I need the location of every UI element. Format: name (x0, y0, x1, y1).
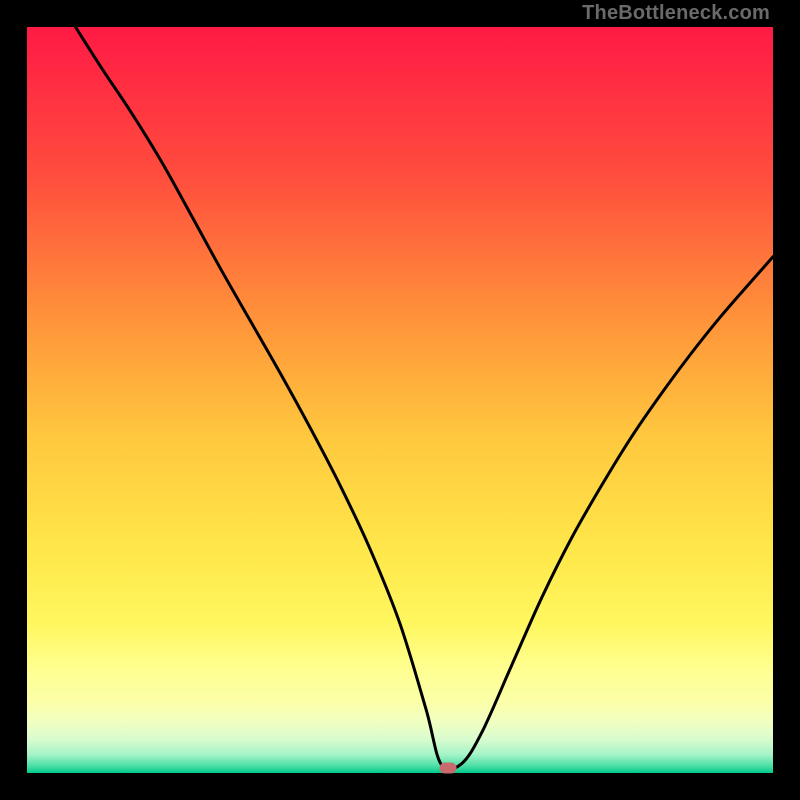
optimal-point-marker (440, 762, 457, 773)
watermark-text: TheBottleneck.com (582, 2, 770, 25)
gradient-background (27, 27, 773, 773)
plot-frame (27, 27, 773, 773)
bottleneck-chart (27, 27, 773, 773)
